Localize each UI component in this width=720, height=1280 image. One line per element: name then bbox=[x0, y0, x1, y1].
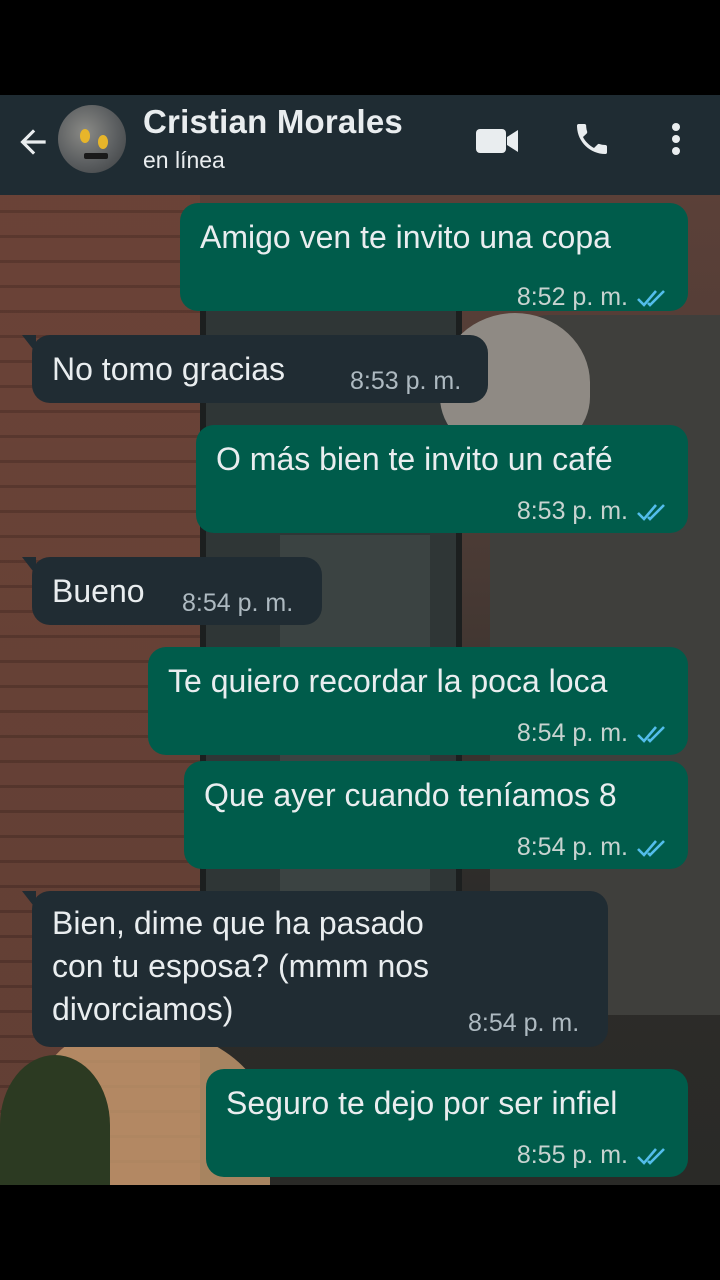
chat-area[interactable]: Amigo ven te invito una copa 8:52 p. m. … bbox=[0, 195, 720, 1185]
message-text-line: con tu esposa? (mmm nos bbox=[52, 948, 430, 984]
message-bubble-outgoing[interactable]: Te quiero recordar la poca loca 8:54 p. … bbox=[148, 647, 688, 755]
message-meta: 8:54 p. m. bbox=[517, 719, 668, 748]
message-text: Te quiero recordar la poca loca bbox=[168, 663, 608, 699]
message-text: Que ayer cuando teníamos 8 bbox=[204, 777, 617, 813]
message-time: 8:52 p. m. bbox=[516, 283, 628, 311]
message-bubble-outgoing[interactable]: Que ayer cuando teníamos 8 8:54 p. m. bbox=[184, 761, 688, 869]
status-bar bbox=[0, 0, 720, 95]
double-check-read-icon bbox=[637, 289, 665, 307]
message-bubble-incoming[interactable]: Bien, dime que ha pasado con tu esposa? … bbox=[22, 891, 608, 1047]
message-text: Seguro te dejo por ser infiel bbox=[226, 1085, 618, 1121]
message-bubble-outgoing[interactable]: O más bien te invito un café 8:53 p. m. bbox=[196, 425, 688, 533]
message-time: 8:54 p. m. bbox=[516, 833, 628, 861]
message-text: Bueno bbox=[52, 573, 145, 609]
message-text: O más bien te invito un café bbox=[216, 441, 613, 477]
message-meta: 8:52 p. m. bbox=[517, 283, 668, 312]
message-time: 8:54 p. m. bbox=[182, 589, 294, 617]
double-check-read-icon bbox=[637, 839, 665, 857]
contact-status: en línea bbox=[143, 147, 225, 173]
contact-name: Cristian Morales bbox=[143, 103, 403, 140]
message-time: 8:54 p. m. bbox=[516, 719, 628, 747]
message-meta: 8:53 p. m. bbox=[350, 367, 461, 396]
message-text-line: Bien, dime que ha pasado bbox=[52, 905, 424, 941]
message-text-line: divorciamos) bbox=[52, 991, 234, 1027]
message-meta: 8:54 p. m. bbox=[517, 833, 668, 862]
avatar[interactable] bbox=[58, 105, 126, 173]
double-check-read-icon bbox=[637, 725, 665, 743]
message-meta: 8:54 p. m. bbox=[468, 1009, 579, 1038]
message-time: 8:53 p. m. bbox=[350, 367, 462, 395]
message-time: 8:53 p. m. bbox=[516, 497, 628, 525]
message-bubble-incoming[interactable]: Bueno 8:54 p. m. bbox=[22, 557, 322, 625]
chat-header: Cristian Morales en línea bbox=[0, 95, 720, 195]
contact-info[interactable]: Cristian Morales en línea bbox=[143, 103, 403, 174]
message-bubble-outgoing[interactable]: Amigo ven te invito una copa 8:52 p. m. bbox=[180, 203, 688, 311]
navigation-bar bbox=[0, 1185, 720, 1280]
double-check-read-icon bbox=[637, 1147, 665, 1165]
message-text: Amigo ven te invito una copa bbox=[200, 219, 611, 255]
back-arrow-icon[interactable] bbox=[14, 123, 52, 161]
video-call-icon[interactable] bbox=[474, 123, 520, 159]
message-time: 8:55 p. m. bbox=[516, 1141, 628, 1169]
message-bubble-incoming[interactable]: No tomo gracias 8:53 p. m. bbox=[22, 335, 488, 403]
phone-call-icon[interactable] bbox=[572, 119, 612, 159]
message-meta: 8:55 p. m. bbox=[517, 1141, 668, 1170]
message-bubble-outgoing[interactable]: Seguro te dejo por ser infiel 8:55 p. m. bbox=[206, 1069, 688, 1177]
message-time: 8:54 p. m. bbox=[468, 1009, 580, 1037]
double-check-read-icon bbox=[637, 503, 665, 521]
message-meta: 8:54 p. m. bbox=[182, 589, 293, 618]
wallpaper-plant bbox=[0, 1055, 110, 1185]
more-options-icon[interactable] bbox=[664, 119, 688, 159]
message-text: No tomo gracias bbox=[52, 351, 285, 387]
message-meta: 8:53 p. m. bbox=[517, 497, 668, 526]
